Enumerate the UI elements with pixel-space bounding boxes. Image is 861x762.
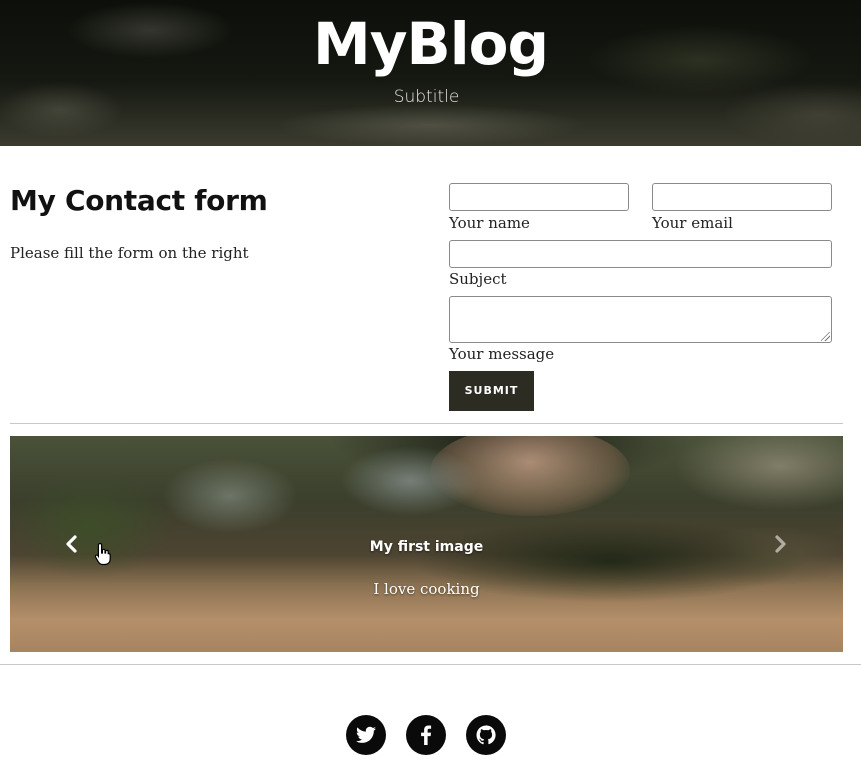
twitter-link[interactable] [346,715,386,755]
subject-input[interactable] [449,240,832,268]
name-input[interactable] [449,183,629,211]
contact-description: Please fill the form on the right [10,244,249,262]
message-textarea[interactable] [449,296,832,343]
textarea-resize-handle[interactable] [821,332,830,341]
site-subtitle: Subtitle [393,87,460,107]
carousel-image-detail [340,446,480,516]
message-label: Your message [449,345,555,363]
carousel-caption-title: My first image [369,539,484,555]
carousel-caption-text: I love cooking [373,580,480,598]
image-carousel[interactable]: My first image I love cooking [10,436,843,652]
site-header: MyBlog Subtitle [0,0,861,146]
footer-divider [0,664,861,665]
hand-pointer-cursor-icon [94,542,112,566]
github-icon [476,725,496,745]
twitter-icon [355,726,376,743]
contact-title: My Contact form [10,184,268,217]
site-title[interactable]: MyBlog [0,6,861,82]
name-label: Your name [449,214,530,232]
facebook-icon [421,725,432,745]
email-label: Your email [652,214,733,232]
github-link[interactable] [466,715,506,755]
subject-label: Subject [449,270,507,288]
section-divider [10,423,843,424]
facebook-link[interactable] [406,715,446,755]
submit-button[interactable]: SUBMIT [449,371,534,411]
email-input[interactable] [652,183,832,211]
